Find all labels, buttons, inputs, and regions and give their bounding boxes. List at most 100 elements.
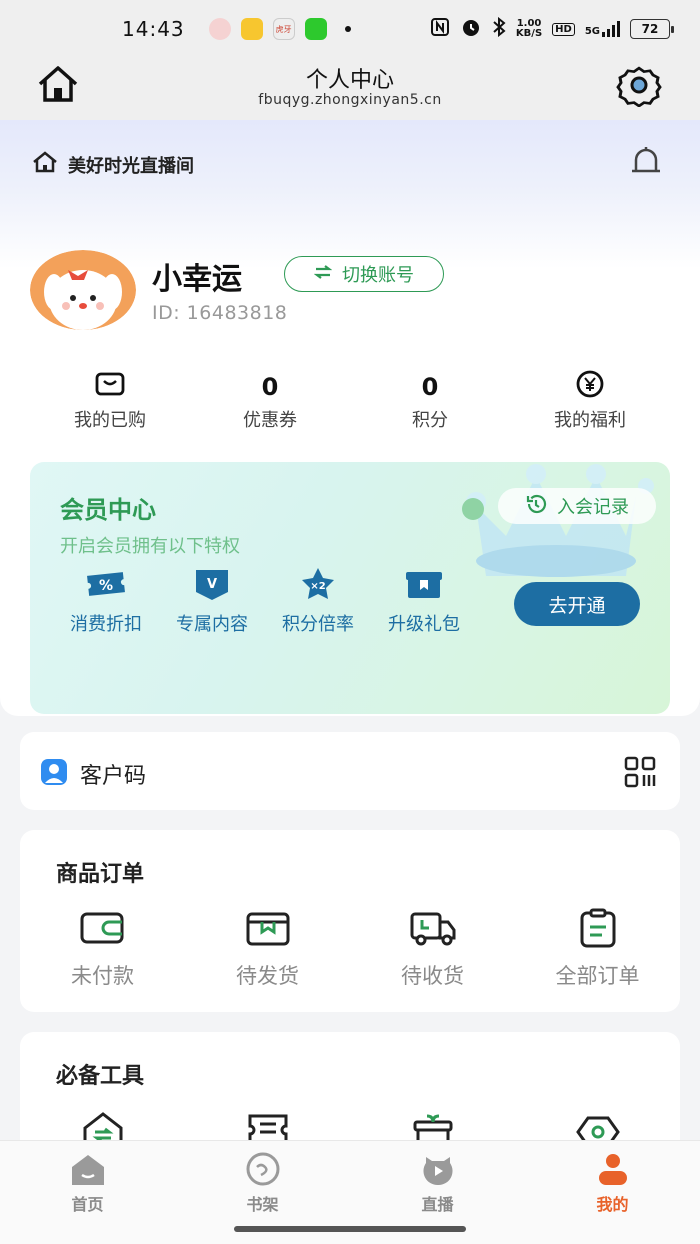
room-home-icon: [32, 150, 58, 179]
notification-icons: 虎牙: [208, 18, 351, 40]
swap-icon: [313, 264, 333, 285]
more-notifications-dot: [344, 26, 351, 32]
hd-badge: HD: [552, 22, 575, 36]
page-title: 个人中心: [305, 68, 394, 93]
yen-coin-icon: [575, 370, 605, 404]
join-record-button[interactable]: 入会记录: [498, 488, 656, 524]
orders-card: 商品订单 未付款 待发货 待收货 全部订单: [20, 830, 680, 1012]
svg-text:%: %: [99, 578, 113, 594]
clipboard-icon: [574, 908, 622, 948]
member-center-card: 会员中心 开启会员拥有以下特权 入会记录 % 消费折扣 V 专属内容 ×2 积分…: [30, 462, 670, 714]
crown-icon: [456, 462, 656, 586]
tools-title: 必备工具: [56, 1064, 145, 1089]
avatar-notification-icon: [208, 18, 231, 40]
perk-exclusive-label: 专属内容: [176, 614, 248, 635]
avatar[interactable]: [30, 250, 136, 330]
stat-welfare-label: 我的福利: [554, 410, 626, 431]
stat-points-label: 积分: [412, 410, 448, 431]
perk-exclusive[interactable]: V 专属内容: [166, 566, 258, 636]
nfc-icon: [430, 17, 450, 41]
order-all-label: 全部订单: [555, 964, 640, 988]
battery-icon: 72: [630, 19, 674, 39]
status-time: 14:43: [122, 17, 185, 41]
tab-home[interactable]: 首页: [0, 1141, 175, 1244]
switch-account-button[interactable]: 切换账号: [284, 256, 444, 292]
network-speed: 1.00 KB/S: [515, 18, 543, 39]
vip-shield-icon: V: [190, 566, 234, 602]
star-multiplier-icon: ×2: [296, 566, 340, 602]
order-to-receive-label: 待收货: [401, 964, 464, 988]
tab-live-label: 直播: [421, 1195, 454, 1214]
order-to-ship-label: 待发货: [236, 964, 299, 988]
qr-code-icon[interactable]: [624, 756, 656, 788]
join-record-label: 入会记录: [557, 497, 629, 518]
live-tab-icon: [418, 1151, 458, 1187]
nav-header: 个人中心 fbuqyg.zhongxinyan5.cn: [0, 58, 700, 120]
signal-5g: 5G: [585, 21, 620, 37]
user-profile: 小幸运 切换账号 ID: 16483818: [30, 250, 670, 330]
stat-points[interactable]: 0 积分: [350, 370, 510, 440]
stat-welfare[interactable]: 我的福利: [510, 370, 670, 440]
stat-purchased[interactable]: 我的已购: [30, 370, 190, 440]
customer-code-label: 客户码: [80, 764, 147, 789]
stat-purchased-label: 我的已购: [74, 410, 146, 431]
home-indicator[interactable]: [234, 1226, 466, 1232]
bluetooth-icon: [492, 16, 506, 41]
gift-box-icon: [402, 566, 446, 602]
settings-icon[interactable]: [614, 63, 664, 108]
discount-ticket-icon: %: [84, 566, 128, 602]
order-unpaid[interactable]: 未付款: [20, 908, 185, 990]
bell-icon[interactable]: [628, 144, 664, 180]
perk-multiplier[interactable]: ×2 积分倍率: [272, 566, 364, 636]
switch-account-label: 切换账号: [342, 265, 414, 286]
tab-profile[interactable]: 我的: [525, 1141, 700, 1244]
bag-icon: [95, 372, 125, 402]
order-unpaid-label: 未付款: [71, 964, 134, 988]
wallet-icon: [79, 908, 127, 948]
room-name: 美好时光直播间: [68, 155, 194, 177]
member-center-title: 会员中心: [60, 496, 156, 524]
svg-text:V: V: [207, 577, 217, 592]
svg-text:×2: ×2: [310, 581, 325, 592]
stat-coupons-label: 优惠券: [243, 410, 297, 431]
app-notification-icon: [240, 18, 263, 40]
order-to-receive[interactable]: 待收货: [350, 908, 515, 990]
order-to-ship[interactable]: 待发货: [185, 908, 350, 990]
perk-multiplier-label: 积分倍率: [282, 614, 354, 635]
member-center-subtitle: 开启会员拥有以下特权: [60, 536, 240, 557]
tab-home-label: 首页: [71, 1195, 104, 1214]
signal-bars-icon: [602, 21, 620, 37]
user-badge-icon: [40, 758, 68, 786]
open-membership-button[interactable]: 去开通: [514, 582, 640, 626]
wechat-notification-icon: [304, 18, 327, 40]
live-room-bar[interactable]: 美好时光直播间: [32, 150, 194, 179]
chevron-up-badge-icon: [462, 498, 484, 520]
tab-profile-label: 我的: [596, 1195, 629, 1214]
stat-coupons[interactable]: 0 优惠券: [190, 370, 350, 440]
user-stats: 我的已购 0 优惠券 0 积分 我的福利: [30, 370, 670, 440]
order-all[interactable]: 全部订单: [515, 908, 680, 990]
profile-tab-icon: [593, 1151, 633, 1187]
status-bar: 14:43 虎牙 1.00 KB/S HD 5G 72: [0, 0, 700, 58]
history-icon: [525, 493, 547, 520]
perk-discount-label: 消费折扣: [70, 614, 142, 635]
perk-discount[interactable]: % 消费折扣: [60, 566, 152, 636]
alarm-icon: [460, 16, 482, 42]
stat-points-value: 0: [421, 373, 439, 401]
perk-gift[interactable]: 升级礼包: [378, 566, 470, 636]
stat-coupons-value: 0: [261, 373, 279, 401]
orders-grid: 未付款 待发货 待收货 全部订单: [20, 908, 680, 990]
customer-code-card[interactable]: 客户码: [20, 732, 680, 810]
truck-icon: [409, 908, 457, 948]
tab-bookshelf-label: 书架: [246, 1195, 279, 1214]
member-perks: % 消费折扣 V 专属内容 ×2 积分倍率 升级礼包: [60, 566, 470, 636]
huya-notification-icon: 虎牙: [272, 18, 295, 40]
package-icon: [244, 908, 292, 948]
home-tab-icon: [68, 1151, 108, 1187]
page-url: fbuqyg.zhongxinyan5.cn: [258, 92, 442, 108]
profile-hero: 美好时光直播间 小幸运 切换账号 ID: 16483818 我的已购 0 优惠券…: [0, 120, 700, 716]
bookshelf-tab-icon: [243, 1151, 283, 1187]
perk-gift-label: 升级礼包: [388, 614, 460, 635]
username: 小幸运: [152, 262, 242, 297]
orders-title: 商品订单: [56, 862, 145, 887]
